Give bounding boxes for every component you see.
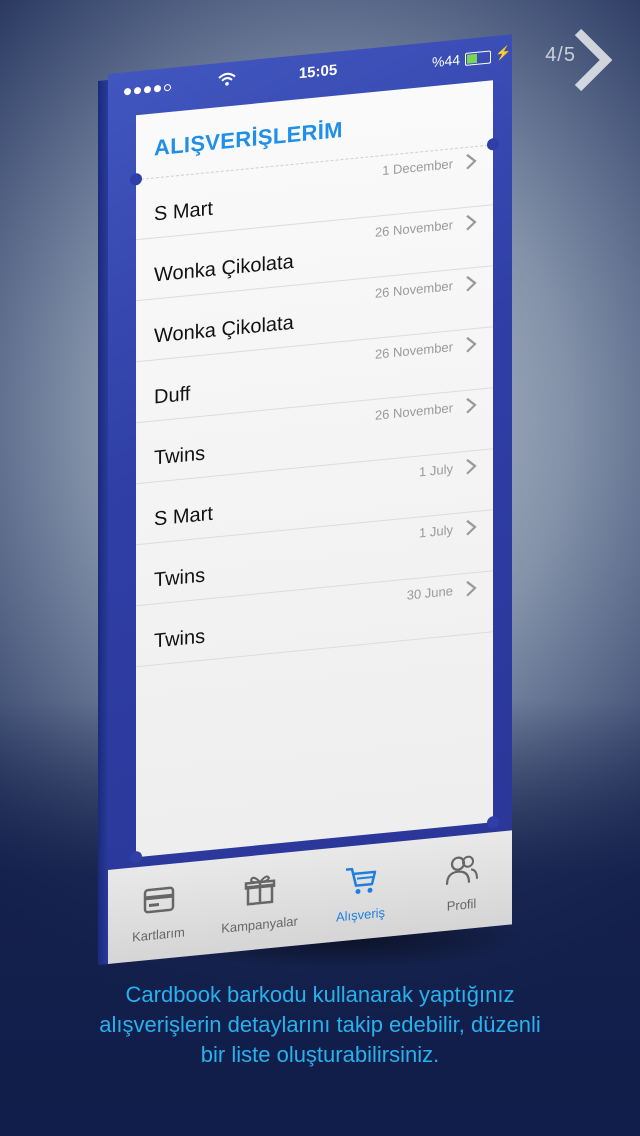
purchase-date: 1 July <box>419 522 453 541</box>
purchase-date: 30 June <box>406 583 453 603</box>
chevron-right-icon <box>466 458 477 475</box>
purchase-store: S Mart <box>154 197 213 226</box>
tab-label: Profil <box>446 895 477 914</box>
purchase-store: Wonka Çikolata <box>154 250 294 287</box>
users-icon <box>445 855 478 885</box>
signal-strength-icon <box>124 83 171 96</box>
purchase-store: Duff <box>154 382 191 409</box>
tab-label: Kampanyalar <box>221 913 298 936</box>
purchase-store: Wonka Çikolata <box>154 311 294 348</box>
purchase-store: Twins <box>154 442 206 470</box>
chevron-right-icon <box>466 214 477 231</box>
page-title: ALIŞVERİŞLERİM <box>154 116 343 161</box>
card-icon <box>143 886 175 914</box>
purchase-date: 1 July <box>419 461 453 480</box>
battery-percentage: %44 <box>432 51 461 71</box>
chevron-right-icon <box>466 580 477 597</box>
caption-line: bir liste oluşturabilirsiniz. <box>200 1042 440 1067</box>
purchase-list: 1 December S Mart 26 November Wonka Çiko… <box>136 144 493 668</box>
tab-alisveris[interactable]: Alışveriş <box>310 840 411 944</box>
purchase-date: 26 November <box>374 400 453 423</box>
purchase-store: S Mart <box>154 502 213 531</box>
feature-caption: Cardbook barkodu kullanarak yaptığınız a… <box>40 980 600 1070</box>
ticket-notch <box>130 850 142 864</box>
app-screen: ALIŞVERİŞLERİM 1 December S Mart 26 Nove… <box>130 80 499 864</box>
tab-label: Alışveriş <box>335 904 386 925</box>
purchase-store: Twins <box>154 564 206 592</box>
chevron-right-icon <box>466 397 477 414</box>
cart-icon <box>346 867 377 894</box>
chevron-right-icon <box>466 519 477 536</box>
purchase-date: 26 November <box>374 339 453 362</box>
purchase-date: 26 November <box>374 217 453 240</box>
chevron-right-icon <box>466 336 477 353</box>
device-mockup: 15:05 %44 ⚡ ALIŞVERİŞLERİM 1 December S … <box>98 34 512 974</box>
caption-line: Cardbook barkodu kullanarak yaptığınız <box>125 982 515 1007</box>
charging-icon: ⚡ <box>495 44 512 62</box>
tab-profil[interactable]: Profil <box>411 830 512 934</box>
status-time: 15:05 <box>298 61 338 83</box>
purchase-date: 26 November <box>374 278 453 301</box>
gift-icon <box>244 875 276 906</box>
chevron-right-icon <box>466 153 477 170</box>
ticket-notch <box>487 815 499 829</box>
tab-kartlarim[interactable]: Kartlarım <box>108 860 209 964</box>
chevron-right-icon <box>466 275 477 292</box>
caption-line: alışverişlerin detaylarını takip edebili… <box>99 1012 541 1037</box>
tab-label: Kartlarım <box>132 924 185 945</box>
purchase-date: 1 December <box>382 156 453 179</box>
battery-icon <box>465 50 491 66</box>
wifi-icon <box>218 72 236 86</box>
tab-kampanyalar[interactable]: Kampanyalar <box>209 850 310 954</box>
purchase-store: Twins <box>154 625 206 653</box>
next-page-chevron-icon[interactable] <box>572 28 612 92</box>
device-body: 15:05 %44 ⚡ ALIŞVERİŞLERİM 1 December S … <box>108 34 512 965</box>
